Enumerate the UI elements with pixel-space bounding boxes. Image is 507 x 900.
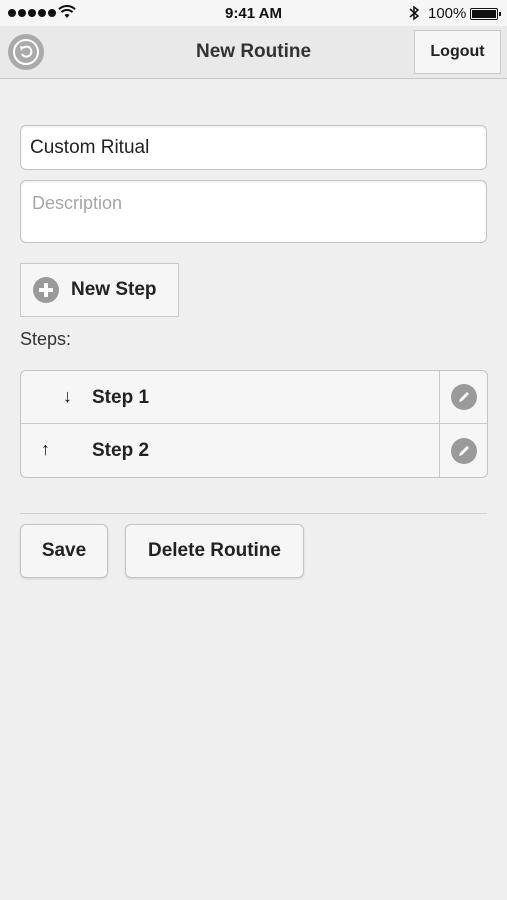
description-input[interactable]: Description [20, 180, 487, 243]
new-step-button[interactable]: New Step [20, 263, 179, 317]
step-item[interactable]: ↓ Step 1 [21, 371, 439, 424]
step-row[interactable]: ↓ Step 1 [21, 371, 487, 424]
status-bar: 9:41 AM 100% [0, 0, 507, 26]
step-label: Step 2 [92, 440, 150, 461]
save-button[interactable]: Save [20, 524, 108, 578]
battery-icon [470, 8, 501, 20]
divider [20, 513, 487, 514]
step-label: Step 1 [92, 386, 150, 408]
nav-header: New Routine Logout [0, 26, 507, 79]
arrow-up-icon[interactable]: ↑ [41, 439, 50, 460]
step-row[interactable]: ↑ Step 2 [21, 424, 487, 477]
delete-routine-button[interactable]: Delete Routine [125, 524, 304, 578]
new-step-label: New Step [71, 279, 157, 300]
routine-name-input[interactable]: Custom Ritual [20, 125, 487, 170]
pencil-icon [450, 437, 477, 464]
step-item[interactable]: ↑ Step 2 [21, 424, 439, 477]
steps-heading: Steps: [20, 329, 72, 349]
battery-percent: 100% [428, 5, 467, 22]
arrow-down-icon[interactable]: ↓ [63, 386, 72, 407]
edit-step-button[interactable] [439, 424, 487, 477]
edit-step-button[interactable] [439, 371, 487, 424]
bluetooth-icon [409, 5, 420, 21]
pencil-icon [450, 384, 477, 410]
logout-button[interactable]: Logout [414, 30, 501, 74]
steps-list: ↓ Step 1 ↑ Step 2 [20, 370, 488, 478]
plus-circle-icon [33, 277, 59, 303]
